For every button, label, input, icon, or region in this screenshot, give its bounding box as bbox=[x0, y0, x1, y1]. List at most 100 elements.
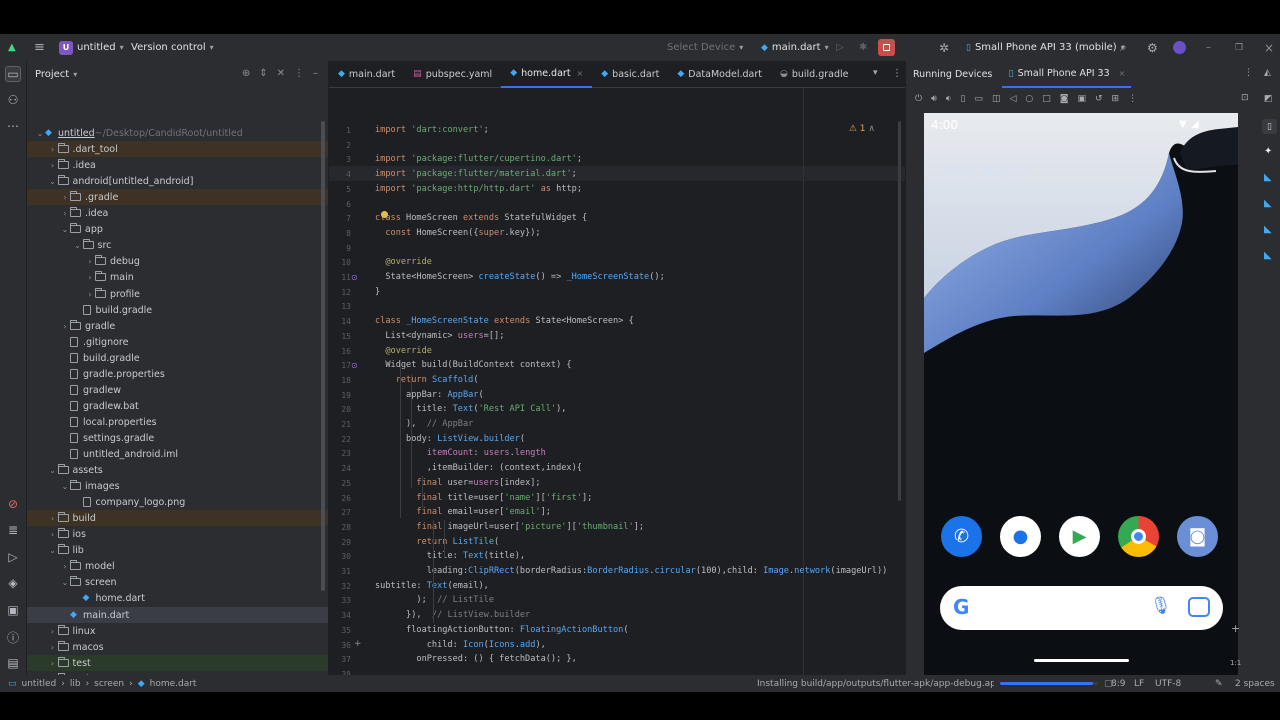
chevron-down-icon[interactable]: ⌄ bbox=[48, 466, 58, 475]
tree-item[interactable]: › profile bbox=[27, 286, 328, 302]
more-tools-icon[interactable]: ⋯ bbox=[5, 118, 21, 134]
chevron-down-icon[interactable]: ⌄ bbox=[60, 482, 70, 491]
snapshot-icon[interactable]: ↺ bbox=[1095, 94, 1103, 104]
chevron-down-icon[interactable]: ⌄ bbox=[48, 546, 58, 555]
code-line[interactable]: floatingActionButton: FloatingActionButt… bbox=[375, 623, 629, 638]
code-line[interactable]: ,itemBuilder: (context,index){ bbox=[375, 461, 582, 476]
rotate-left-icon[interactable]: ▯ bbox=[960, 94, 965, 104]
chevron-down-icon[interactable]: ⌄ bbox=[60, 578, 70, 587]
running-devices-tool-icon[interactable]: ▯ bbox=[1262, 119, 1277, 134]
tree-item[interactable]: ⌄ images bbox=[27, 478, 328, 494]
chevron-right-icon[interactable]: › bbox=[48, 514, 58, 523]
panel-options-icon[interactable]: ⋮ bbox=[1244, 68, 1253, 78]
tree-item[interactable]: gradle.properties bbox=[27, 366, 328, 382]
power-icon[interactable]: ⏻ bbox=[915, 94, 922, 104]
tabs-overflow-icon[interactable]: ▾ bbox=[873, 68, 878, 78]
search-icon[interactable]: ⌕ bbox=[1120, 40, 1127, 55]
mic-icon[interactable]: 🎙︎ bbox=[1150, 596, 1172, 616]
code-line[interactable]: const HomeScreen({super.key}); bbox=[375, 226, 540, 241]
messages-icon[interactable]: ● bbox=[1000, 516, 1041, 557]
notifications-icon[interactable]: ◭ bbox=[1264, 68, 1271, 78]
close-tab-icon[interactable]: × bbox=[577, 69, 584, 78]
tree-item[interactable]: .gitignore bbox=[27, 334, 328, 350]
chevron-down-icon[interactable]: ⌄ bbox=[73, 241, 83, 250]
pin-icon[interactable]: ⊡ bbox=[1241, 93, 1249, 103]
mirror-icon[interactable]: ⊞ bbox=[1112, 94, 1120, 104]
intention-bulb-icon[interactable] bbox=[381, 211, 388, 218]
code-line[interactable]: final imageUrl=user['picture']['thumbnai… bbox=[375, 520, 644, 535]
emulator-selector[interactable]: ▯ Small Phone API 33 (mobile) ▾ bbox=[966, 42, 1125, 53]
screenrecord-icon[interactable]: ▣ bbox=[1077, 94, 1086, 104]
chevron-right-icon[interactable]: › bbox=[60, 322, 70, 331]
vertical-scrollbar[interactable] bbox=[898, 121, 901, 501]
collapse-icon[interactable]: ✕ bbox=[277, 68, 285, 79]
breadcrumb-item[interactable]: screen bbox=[94, 679, 124, 689]
tree-item[interactable]: › debug bbox=[27, 253, 328, 269]
device-tab[interactable]: ▯ Small Phone API 33 × bbox=[1002, 61, 1132, 88]
zoom-actual-label[interactable]: 1:1 bbox=[1230, 659, 1241, 667]
editor-tab[interactable]: ◆ DataModel.dart bbox=[668, 61, 771, 88]
gradle-tool-icon[interactable]: ◩ bbox=[1264, 94, 1273, 104]
override-gutter-icon[interactable]: ⊙ bbox=[351, 273, 358, 282]
tree-item[interactable]: › macos bbox=[27, 639, 328, 655]
editor-tab[interactable]: ▤ pubspec.yaml bbox=[404, 61, 501, 88]
flutter-inspector-tool-icon[interactable]: ◣ bbox=[1264, 198, 1272, 209]
run-icon[interactable]: ▷ bbox=[836, 42, 844, 53]
tree-item[interactable]: › test bbox=[27, 655, 328, 671]
gesture-nav-bar[interactable] bbox=[1034, 659, 1129, 662]
code-line[interactable]: final email=user['email']; bbox=[375, 505, 551, 520]
project-switcher[interactable]: U untitled ▾ bbox=[59, 40, 124, 55]
tree-item[interactable]: › build bbox=[27, 510, 328, 526]
tree-item[interactable]: ◆ main.dart bbox=[27, 607, 328, 623]
chevron-right-icon[interactable]: › bbox=[48, 659, 58, 668]
back-icon[interactable]: ◁ bbox=[1009, 94, 1016, 104]
more-icon[interactable]: ⋮ bbox=[1128, 94, 1137, 104]
terminal-icon[interactable]: ▤ bbox=[5, 655, 21, 671]
tree-item[interactable]: company_logo.png bbox=[27, 494, 328, 510]
file-encoding[interactable]: UTF-8 bbox=[1155, 679, 1181, 689]
zoom-in-icon[interactable]: + bbox=[1231, 622, 1240, 635]
logcat-icon[interactable]: ▣ bbox=[5, 602, 21, 618]
code-line[interactable]: leading:ClipRRect(borderRadius:BorderRad… bbox=[375, 564, 888, 579]
tree-item[interactable]: › ios bbox=[27, 526, 328, 542]
camera-icon[interactable]: ◙ bbox=[1177, 516, 1218, 557]
chevron-right-icon[interactable]: › bbox=[60, 193, 70, 202]
device-selector[interactable]: Select Device ▾ bbox=[667, 42, 743, 53]
stop-button[interactable] bbox=[878, 39, 895, 56]
warning-indicator[interactable]: ⚠ 1 ∧ bbox=[849, 124, 875, 134]
tree-item[interactable]: local.properties bbox=[27, 414, 328, 430]
override-gutter-icon-2[interactable]: ⊙ bbox=[351, 361, 358, 370]
hamburger-menu-icon[interactable]: ≡ bbox=[34, 40, 45, 55]
line-separator[interactable]: LF bbox=[1134, 679, 1144, 689]
code-line[interactable]: State<HomeScreen> createState() => _Home… bbox=[375, 270, 664, 285]
structure-tool-icon[interactable]: ⚇ bbox=[5, 92, 21, 108]
tree-item[interactable]: ⌄ app bbox=[27, 221, 328, 237]
tree-item[interactable]: gradlew bbox=[27, 382, 328, 398]
code-line[interactable]: onPressed: () { fetchData(); }, bbox=[375, 652, 576, 667]
hide-icon[interactable]: – bbox=[313, 68, 318, 79]
editor-tab[interactable]: ◆ basic.dart bbox=[592, 61, 668, 88]
code-line[interactable]: import 'dart:convert'; bbox=[375, 123, 489, 138]
tree-item[interactable]: › .dart_tool bbox=[27, 141, 328, 157]
volume-down-icon[interactable]: 🔉︎ bbox=[946, 94, 952, 104]
editor-tab[interactable]: ◒ build.gradle bbox=[771, 61, 858, 88]
code-line[interactable]: body: ListView.builder( bbox=[375, 432, 525, 447]
flutter-performance-icon[interactable]: ◣ bbox=[1264, 224, 1272, 235]
screenshot-icon[interactable]: ◙ bbox=[1060, 94, 1069, 104]
chevron-right-icon[interactable]: › bbox=[85, 273, 95, 282]
code-line[interactable]: class _HomeScreenState extends State<Hom… bbox=[375, 314, 634, 329]
run-config-selector[interactable]: ◆ main.dart ▾ bbox=[761, 42, 829, 53]
tree-item[interactable]: settings.gradle bbox=[27, 430, 328, 446]
app-inspection-icon[interactable]: ◈ bbox=[5, 575, 21, 591]
code-line[interactable]: appBar: AppBar( bbox=[375, 388, 484, 403]
chevron-right-icon[interactable]: › bbox=[48, 643, 58, 652]
chevron-down-icon[interactable]: ⌄ bbox=[60, 225, 70, 234]
options-icon[interactable]: ⋮ bbox=[294, 68, 304, 79]
indent-setting[interactable]: 2 spaces bbox=[1235, 679, 1275, 689]
project-tool-icon[interactable]: ▭ bbox=[5, 66, 21, 82]
tree-item[interactable]: ⌄ assets bbox=[27, 462, 328, 478]
code-line[interactable]: ), // AppBar bbox=[375, 417, 473, 432]
fold-icon[interactable]: ◫ bbox=[992, 94, 1001, 104]
tree-item[interactable]: untitled_android.iml bbox=[27, 446, 328, 462]
code-area[interactable]: import 'dart:convert'; import 'package:fl… bbox=[375, 88, 905, 675]
